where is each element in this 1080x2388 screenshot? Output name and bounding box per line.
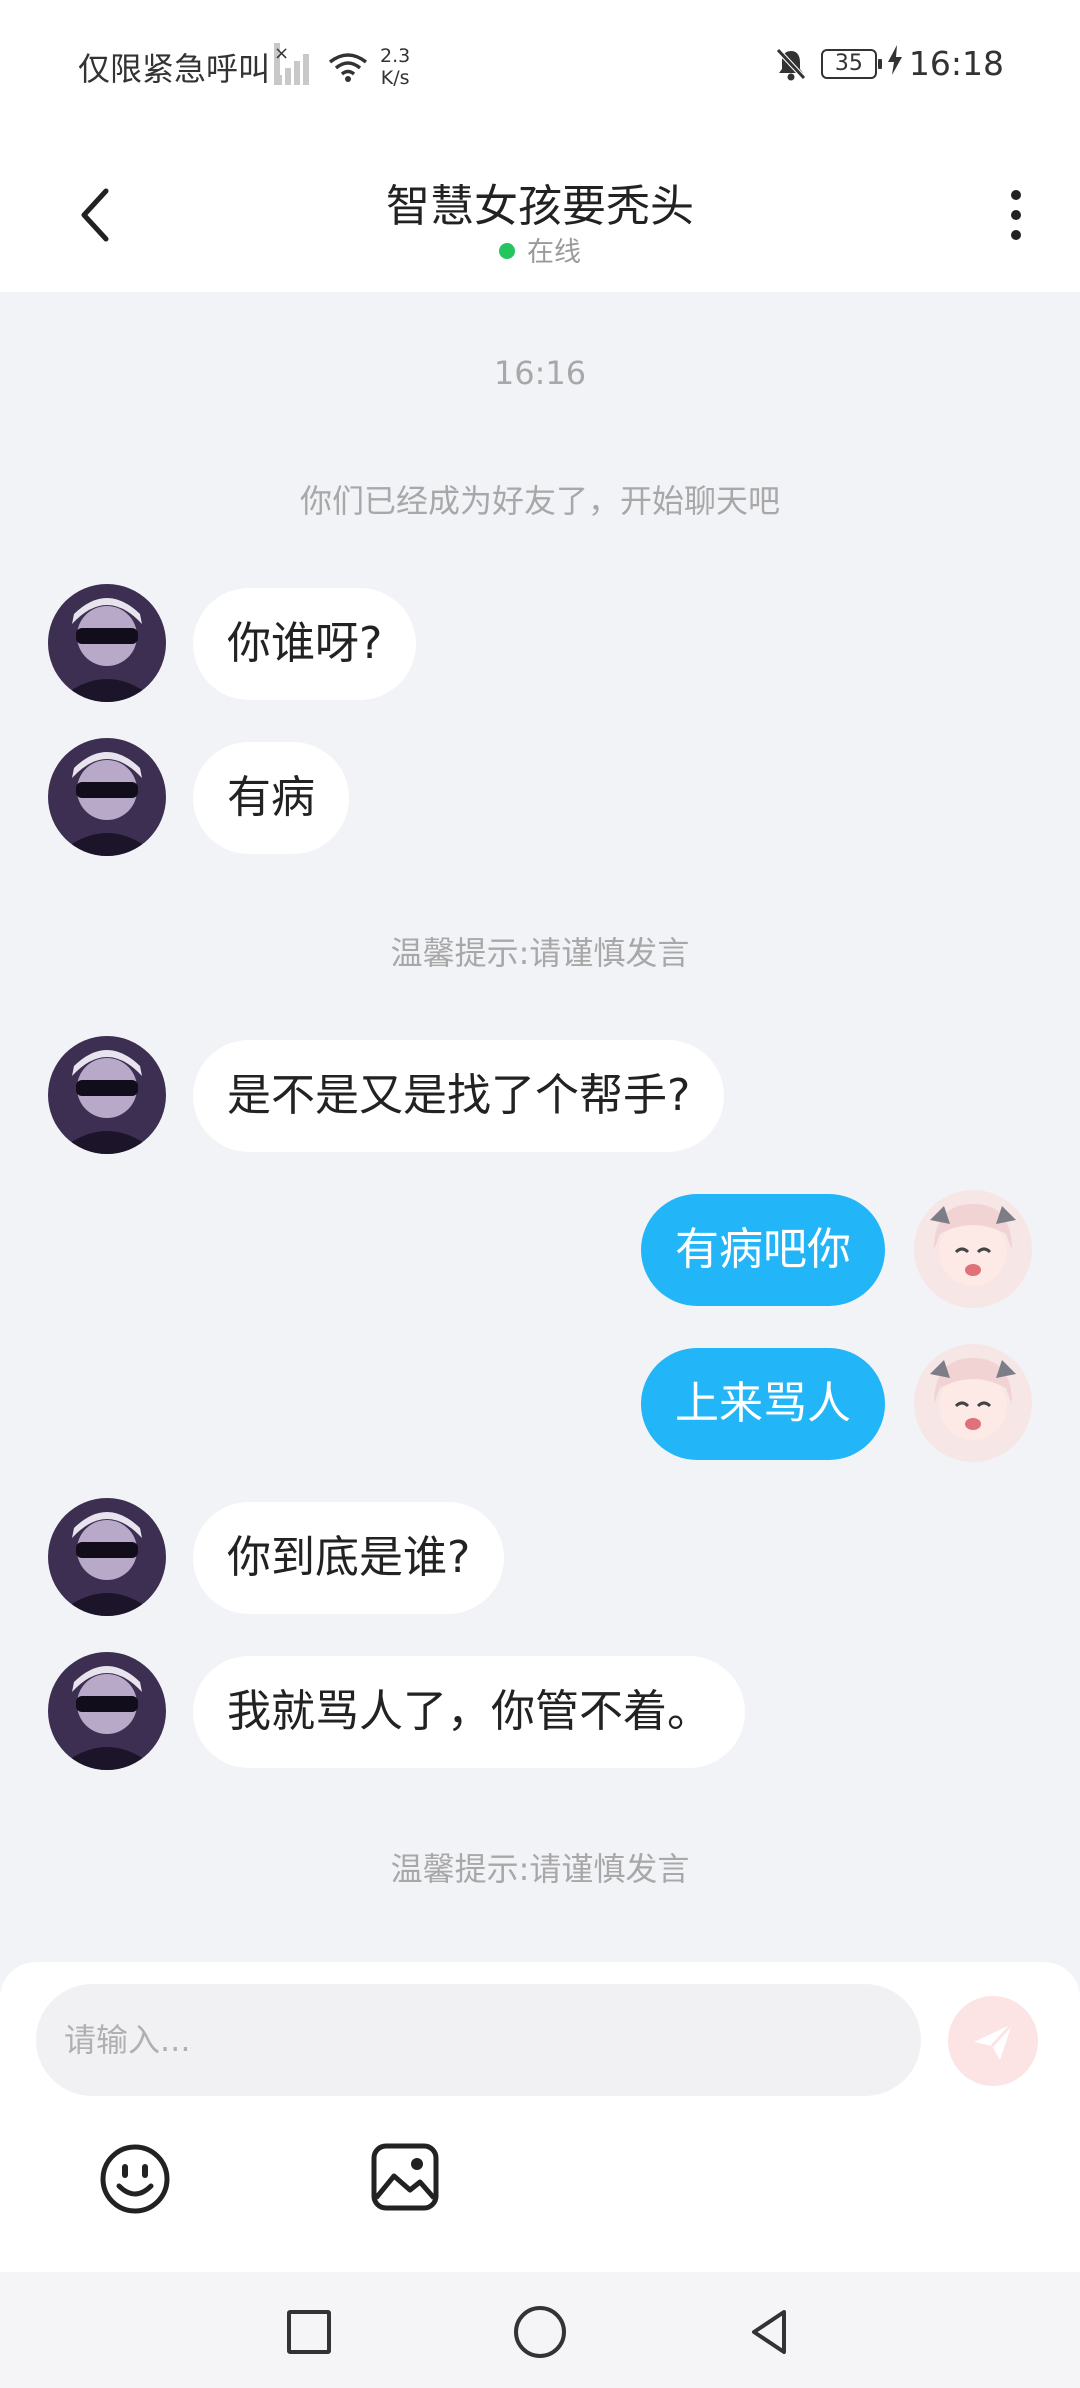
contact-avatar[interactable] (48, 1652, 166, 1770)
message-bubble[interactable]: 有病吧你 (641, 1194, 885, 1306)
chat-title: 智慧女孩要秃头 (386, 181, 694, 232)
message-row-incoming: 是不是又是找了个帮手? (0, 1036, 1080, 1156)
message-row-outgoing: 上来骂人 (0, 1344, 1080, 1464)
image-icon (371, 2143, 439, 2211)
contact-avatar[interactable] (48, 584, 166, 702)
caution-tip: 温馨提示:请谨慎发言 (390, 1850, 690, 1888)
status-bar: 仅限紧急呼叫 × 2.3 K/s 35 16:18 (0, 0, 1080, 130)
emoji-icon (100, 2144, 170, 2214)
image-button[interactable] (370, 2142, 440, 2212)
message-row-incoming: 我就骂人了，你管不着。 (0, 1652, 1080, 1772)
carrier-text: 仅限紧急呼叫 (78, 50, 271, 88)
message-bubble[interactable]: 你谁呀? (193, 588, 417, 700)
chat-messages[interactable]: 16:16 你们已经成为好友了，开始聊天吧 你谁呀? 有病 温馨提示:请谨慎发言… (0, 292, 1080, 1962)
message-bubble[interactable]: 上来骂人 (641, 1348, 885, 1460)
message-composer: 请输入... (0, 1962, 1080, 2272)
send-button[interactable] (948, 1996, 1038, 2086)
message-row-incoming: 你谁呀? (0, 584, 1080, 704)
charging-icon (887, 44, 903, 83)
message-timestamp: 16:16 (493, 354, 587, 392)
wifi-icon (328, 53, 368, 82)
message-bubble[interactable]: 我就骂人了，你管不着。 (193, 1656, 745, 1768)
contact-avatar[interactable] (48, 1036, 166, 1154)
online-dot-icon (499, 242, 515, 259)
bell-off-icon (776, 47, 806, 80)
online-status-label: 在线 (527, 237, 581, 268)
online-status: 在线 (0, 230, 1080, 269)
net-speed: 2.3 K/s (380, 45, 411, 89)
caution-tip: 温馨提示:请谨慎发言 (390, 934, 690, 972)
send-icon (974, 2022, 1014, 2060)
emoji-button[interactable] (98, 2142, 172, 2216)
status-right: 35 16:18 (775, 44, 1004, 83)
message-bubble[interactable]: 你到底是谁? (193, 1502, 505, 1614)
triangle-back-icon[interactable] (744, 2306, 796, 2358)
message-input[interactable]: 请输入... (36, 1984, 921, 2096)
status-left: 仅限紧急呼叫 × 2.3 K/s (78, 43, 411, 90)
message-row-outgoing: 有病吧你 (0, 1190, 1080, 1310)
user-avatar[interactable] (914, 1190, 1032, 1308)
clock: 16:18 (908, 44, 1004, 83)
contact-avatar[interactable] (48, 1498, 166, 1616)
message-bubble[interactable]: 有病 (193, 742, 349, 854)
contact-avatar[interactable] (48, 738, 166, 856)
square-icon[interactable] (287, 2310, 331, 2354)
system-nav-bar (0, 2272, 1080, 2388)
battery-indicator: 35 (820, 48, 882, 79)
chat-header: 智慧女孩要秃头 在线 (0, 130, 1080, 292)
message-row-incoming: 你到底是谁? (0, 1498, 1080, 1618)
more-vertical-icon (996, 190, 1036, 240)
user-avatar[interactable] (914, 1344, 1032, 1462)
circle-icon[interactable] (514, 2306, 566, 2358)
message-row-incoming: 有病 (0, 738, 1080, 858)
message-bubble[interactable]: 是不是又是找了个帮手? (193, 1040, 725, 1152)
friend-added-notice: 你们已经成为好友了，开始聊天吧 (299, 482, 780, 520)
signal-icon: × (274, 43, 314, 85)
more-options-button[interactable] (996, 190, 1036, 250)
